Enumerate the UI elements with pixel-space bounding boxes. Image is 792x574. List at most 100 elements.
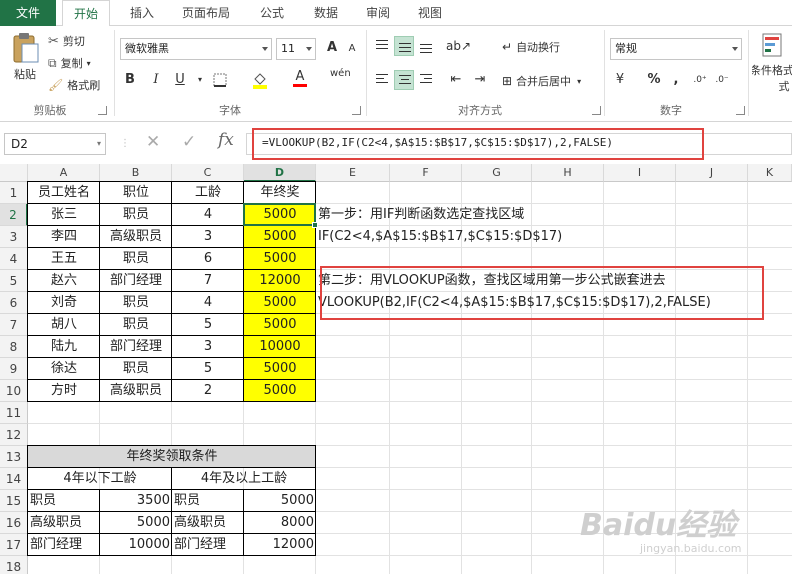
conditions-left-header[interactable]: 4年以下工龄 [28, 468, 172, 490]
merge-center-button[interactable]: ⊞ 合并后居中 ▾ [502, 72, 581, 90]
number-format-select[interactable]: 常规 [610, 38, 742, 60]
phonetic-button[interactable]: wén [330, 68, 351, 88]
bold-button[interactable]: B [120, 70, 140, 90]
column-header-k[interactable]: K [748, 164, 792, 182]
column-header-e[interactable]: E [316, 164, 390, 182]
table-header[interactable]: 工龄 [172, 182, 244, 204]
tab-insert[interactable]: 插入 [118, 0, 166, 26]
tab-formulas[interactable]: 公式 [248, 0, 296, 26]
conditions-title[interactable]: 年终奖领取条件 [28, 446, 316, 468]
column-header-d[interactable]: D [244, 164, 316, 182]
font-name-select[interactable]: 微软雅黑 [120, 38, 272, 60]
row-header-5[interactable]: 5 [0, 270, 28, 292]
table-cell-seniority[interactable]: 4 [172, 292, 244, 314]
conditions-right-position[interactable]: 部门经理 [172, 534, 244, 556]
alignment-launcher-icon[interactable] [592, 106, 601, 115]
select-all-corner[interactable] [0, 164, 28, 182]
percent-button[interactable]: % [644, 70, 664, 90]
align-middle-button[interactable] [394, 36, 414, 56]
name-box-splitter-icon[interactable]: ⋮ [120, 138, 130, 149]
row-header-18[interactable]: 18 [0, 556, 28, 574]
table-cell-position[interactable]: 部门经理 [100, 336, 172, 358]
row-header-6[interactable]: 6 [0, 292, 28, 314]
table-cell-bonus[interactable]: 5000 [244, 248, 316, 270]
conditions-right-position[interactable]: 职员 [172, 490, 244, 512]
number-launcher-icon[interactable] [736, 106, 745, 115]
tab-file[interactable]: 文件 [0, 0, 56, 26]
conditions-left-position[interactable]: 职员 [28, 490, 100, 512]
row-header-10[interactable]: 10 [0, 380, 28, 402]
table-cell-seniority[interactable]: 2 [172, 380, 244, 402]
grow-font-button[interactable]: A [322, 38, 342, 58]
table-cell-seniority[interactable]: 3 [172, 226, 244, 248]
increase-decimal-button[interactable]: .0⁺ [690, 70, 710, 90]
table-cell-position[interactable]: 职员 [100, 248, 172, 270]
chevron-down-icon[interactable]: ▾ [87, 59, 91, 68]
table-cell-seniority[interactable]: 7 [172, 270, 244, 292]
table-cell-name[interactable]: 王五 [28, 248, 100, 270]
column-header-g[interactable]: G [462, 164, 532, 182]
conditions-left-amount[interactable]: 10000 [100, 534, 172, 556]
row-header-1[interactable]: 1 [0, 182, 28, 204]
tab-home[interactable]: 开始 [62, 0, 110, 27]
conditions-left-position[interactable]: 高级职员 [28, 512, 100, 534]
table-cell-bonus[interactable]: 5000 [244, 380, 316, 402]
column-header-h[interactable]: H [532, 164, 604, 182]
table-cell-bonus[interactable]: 10000 [244, 336, 316, 358]
table-cell-seniority[interactable]: 5 [172, 314, 244, 336]
tab-data[interactable]: 数据 [302, 0, 350, 26]
table-cell-position[interactable]: 高级职员 [100, 226, 172, 248]
insert-function-icon[interactable]: fx [218, 130, 234, 150]
table-cell-position[interactable]: 职员 [100, 358, 172, 380]
table-cell-seniority[interactable]: 6 [172, 248, 244, 270]
conditions-left-position[interactable]: 部门经理 [28, 534, 100, 556]
table-cell-position[interactable]: 职员 [100, 314, 172, 336]
copy-button[interactable]: ⧉ 复制 ▾ [48, 54, 91, 72]
table-cell-name[interactable]: 赵六 [28, 270, 100, 292]
table-cell-bonus[interactable]: 12000 [244, 270, 316, 292]
chevron-down-icon[interactable]: ▾ [577, 77, 581, 86]
row-header-16[interactable]: 16 [0, 512, 28, 534]
table-cell-position[interactable]: 部门经理 [100, 270, 172, 292]
clipboard-launcher-icon[interactable] [98, 106, 107, 115]
underline-button[interactable]: U [170, 70, 190, 90]
italic-button[interactable]: I [146, 70, 166, 90]
row-header-15[interactable]: 15 [0, 490, 28, 512]
align-left-button[interactable] [372, 70, 392, 90]
conditions-right-amount[interactable]: 8000 [244, 512, 316, 534]
table-cell-bonus[interactable]: 5000 [244, 314, 316, 336]
row-header-14[interactable]: 14 [0, 468, 28, 490]
row-header-8[interactable]: 8 [0, 336, 28, 358]
table-cell-seniority[interactable]: 3 [172, 336, 244, 358]
comma-button[interactable]: , [666, 70, 686, 90]
cut-button[interactable]: ✂ 剪切 [48, 32, 85, 50]
row-header-7[interactable]: 7 [0, 314, 28, 336]
align-right-button[interactable] [416, 70, 436, 90]
column-header-c[interactable]: C [172, 164, 244, 182]
column-header-i[interactable]: I [604, 164, 676, 182]
table-cell-name[interactable]: 方时 [28, 380, 100, 402]
font-size-select[interactable]: 11 [276, 38, 316, 60]
row-header-9[interactable]: 9 [0, 358, 28, 380]
table-cell-name[interactable]: 胡八 [28, 314, 100, 336]
row-header-17[interactable]: 17 [0, 534, 28, 556]
align-top-button[interactable] [372, 36, 392, 56]
conditions-right-header[interactable]: 4年及以上工龄 [172, 468, 316, 490]
fill-color-button[interactable] [250, 70, 270, 90]
table-cell-seniority[interactable]: 5 [172, 358, 244, 380]
tab-page-layout[interactable]: 页面布局 [174, 0, 238, 26]
shrink-font-button[interactable]: A [342, 39, 362, 59]
table-cell-position[interactable]: 高级职员 [100, 380, 172, 402]
table-header[interactable]: 年终奖 [244, 182, 316, 204]
decrease-indent-button[interactable]: ⇤ [446, 70, 466, 90]
enter-icon[interactable]: ✓ [182, 132, 196, 152]
row-header-12[interactable]: 12 [0, 424, 28, 446]
font-color-button[interactable]: A [290, 70, 310, 90]
conditional-format-button[interactable]: 条件格式 式 [752, 32, 792, 94]
table-cell-name[interactable]: 张三 [28, 204, 100, 226]
wrap-text-button[interactable]: ↵ 自动换行 [502, 38, 560, 56]
column-header-b[interactable]: B [100, 164, 172, 182]
increase-indent-button[interactable]: ⇥ [470, 70, 490, 90]
name-box[interactable]: D2 ▾ [4, 133, 106, 155]
conditions-left-amount[interactable]: 5000 [100, 512, 172, 534]
